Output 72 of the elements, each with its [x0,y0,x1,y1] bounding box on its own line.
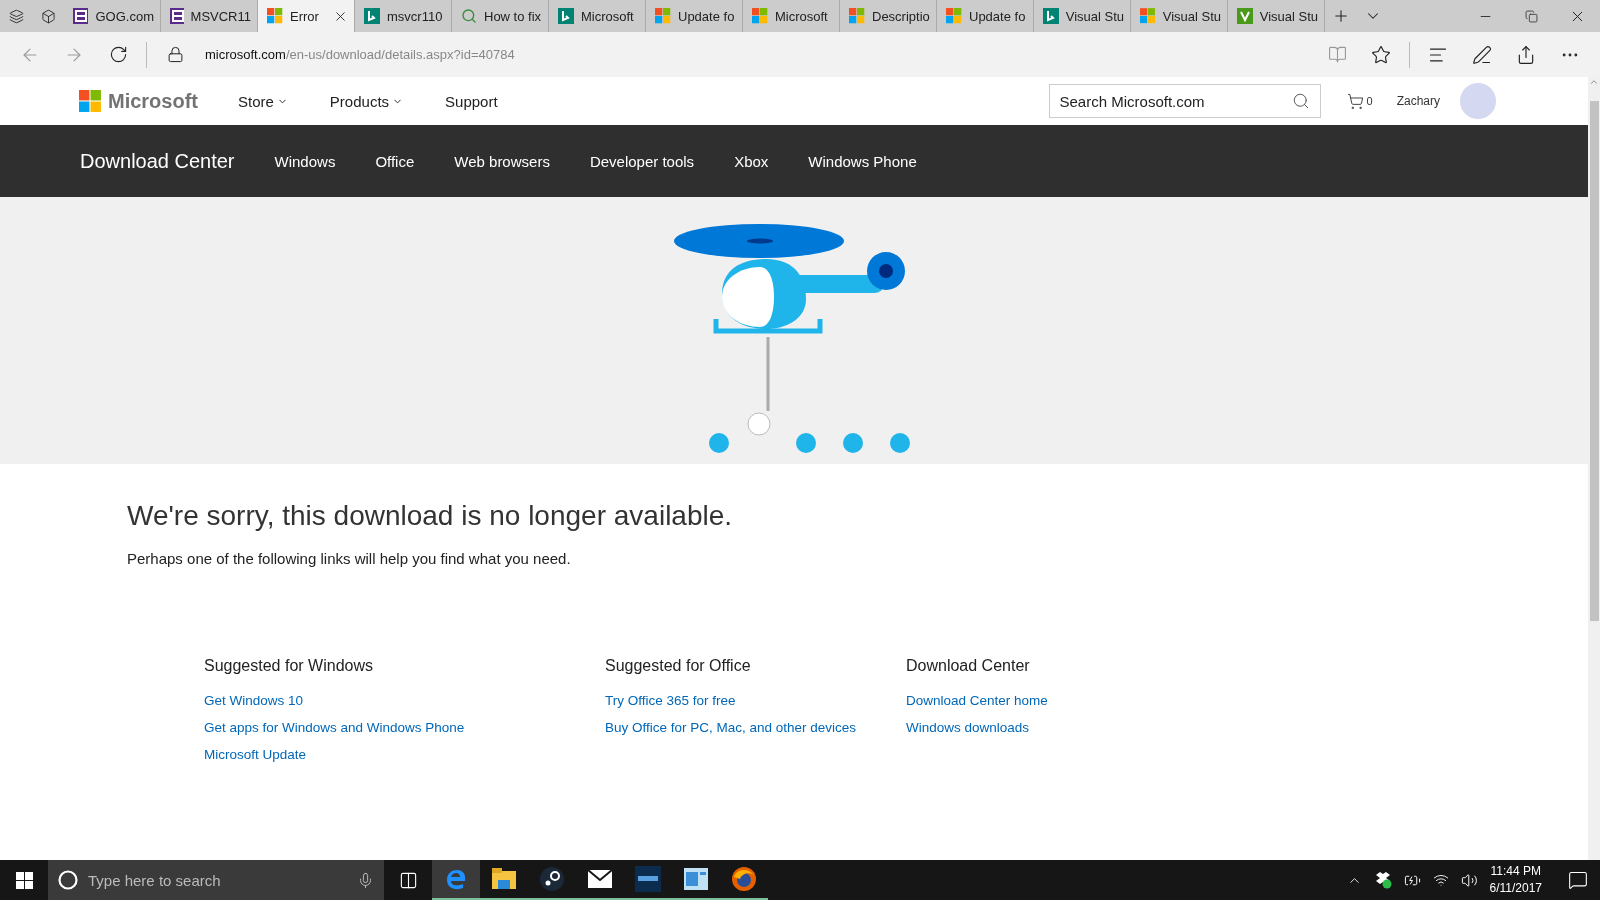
microphone-icon[interactable] [357,871,374,889]
suggestion-link[interactable]: Windows downloads [906,720,1206,735]
volume-icon[interactable] [1460,871,1478,889]
folder-icon [492,868,516,890]
column-title: Download Center [906,657,1031,675]
error-heading: We're sorry, this download is no longer available. [127,500,734,532]
four-squares-icon [655,8,671,24]
category-link[interactable]: Office [375,152,415,170]
e-logo-icon [444,867,468,891]
four-squares-icon [267,8,283,24]
restore-icon[interactable] [1524,9,1538,23]
four-squares-icon [1140,8,1156,24]
suggestion-link[interactable]: Microsoft Update [204,747,605,762]
cart-count: 0 [1366,95,1373,107]
suggestion-link[interactable]: Buy Office for PC, Mac, and other devices [605,720,906,735]
lock-icon[interactable] [166,46,184,63]
scrollbar-thumb[interactable] [1589,101,1599,621]
column-title: Suggested for Office [605,657,752,675]
search-icon[interactable] [1291,92,1310,110]
error-message: Perhaps one of the following links will help you find what you need. [127,550,572,567]
user-name[interactable]: Zachary [1396,94,1440,108]
suggestion-link[interactable]: Download Center home [906,693,1206,708]
task-view-icon [398,870,418,890]
b-logo-icon [364,8,380,24]
envelope-icon [588,870,612,888]
window-icon [684,868,708,890]
pen-icon[interactable] [1472,44,1492,65]
category-link[interactable]: Developer tools [589,152,695,170]
suggestion-link[interactable]: Try Office 365 for free [605,693,906,708]
scrollbar[interactable] [1588,77,1600,860]
nav-link[interactable]: Store [238,92,288,110]
windows-logo-icon [15,871,33,889]
clock[interactable]: 11:44 PM 6/11/2017 [1489,863,1542,897]
nav-link[interactable]: Products [329,92,404,110]
category-link[interactable]: Windows Phone [808,152,917,170]
microsoft-logo-text: Microsoft [108,89,198,113]
share-icon[interactable] [1516,44,1536,65]
category-link[interactable]: Xbox [734,152,769,170]
download-center-title[interactable]: Download Center [80,149,235,173]
book-icon[interactable] [1327,45,1347,64]
cart-icon[interactable] [1346,92,1364,110]
fox-globe-icon [732,867,756,891]
category-link[interactable]: Windows [274,152,336,170]
set-aside-tabs-icon[interactable] [40,8,56,24]
suggestion-link[interactable]: Get apps for Windows and Windows Phone [204,720,605,735]
circle-icon [58,870,78,890]
suggestion-link[interactable]: Get Windows 10 [204,693,605,708]
refresh-icon[interactable] [108,45,128,64]
square-logo-icon [170,8,184,24]
tab-preview-icon[interactable] [8,8,24,24]
square-logo-icon [73,8,89,24]
b-logo-icon [558,8,574,24]
address-field[interactable]: microsoft.com/en-us/download/details.aspx?id=40784 [205,47,515,62]
search-field[interactable]: Search Microsoft.com [1048,84,1321,118]
category-link[interactable]: Web browsers [454,152,550,170]
new-tab-icon[interactable] [1332,7,1350,25]
column-title: Suggested for Windows [204,657,374,675]
taskbar-search-field[interactable]: Type here to search [48,860,384,900]
four-squares-icon [752,8,768,24]
square-logo-icon [635,866,661,892]
wifi-icon[interactable] [1432,872,1449,888]
magnifier-icon [461,8,477,24]
favorite-star-icon[interactable] [1371,44,1391,65]
v-logo-icon [1237,8,1253,24]
notifications-icon[interactable] [1568,870,1588,890]
four-squares-icon [849,8,865,24]
round-logo-icon [540,867,564,891]
b-logo-icon [1043,8,1059,24]
four-squares-icon [946,8,962,24]
browser-tab[interactable]: Error [258,0,355,32]
nav-link[interactable]: Support [445,92,498,110]
four-squares-logo-icon [79,89,102,113]
